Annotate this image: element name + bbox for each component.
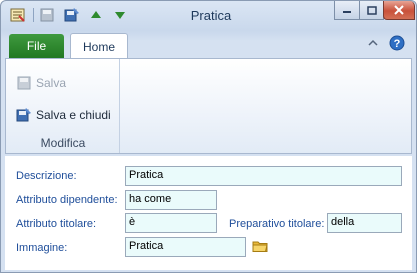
close-button[interactable] (383, 1, 415, 20)
help-icon[interactable]: ? (389, 35, 405, 51)
tab-file[interactable]: File (9, 34, 64, 58)
attributo-dipendente-field[interactable]: ha come (125, 190, 217, 210)
folder-icon[interactable] (251, 238, 269, 254)
attributo-titolare-label: Attributo titolare: (16, 218, 97, 230)
window-title: Pratica (190, 8, 232, 23)
immagine-field[interactable]: Pratica (125, 237, 246, 257)
app-icon[interactable] (9, 7, 27, 23)
descrizione-field[interactable]: Pratica (125, 166, 402, 186)
attributo-titolare-field[interactable]: è (125, 213, 217, 233)
save-and-close-button[interactable]: Salva e chiudi (16, 105, 111, 125)
title-bar: Pratica (1, 1, 416, 31)
minimize-button[interactable] (334, 1, 360, 20)
save-icon[interactable] (39, 7, 55, 23)
save-close-icon (16, 108, 31, 122)
save-button[interactable]: Salva (16, 73, 66, 93)
close-icon (394, 5, 404, 15)
maximize-icon (366, 5, 377, 15)
group-label-modifica: Modifica (40, 136, 86, 150)
save-and-close-button-label: Salva e chiudi (36, 108, 111, 122)
descrizione-label: Descrizione: (16, 170, 77, 182)
svg-text:?: ? (394, 38, 401, 50)
details-form: Descrizione: Pratica Attributo dipendent… (5, 156, 412, 270)
attributo-dipendente-label: Attributo dipendente: (16, 194, 118, 206)
down-arrow-icon[interactable] (113, 7, 127, 23)
minimize-ribbon-icon[interactable] (367, 37, 379, 49)
maximize-button[interactable] (359, 1, 384, 20)
application-window: Pratica File Home ? Salva Salva e chiudi (0, 0, 417, 273)
save-button-label: Salva (36, 76, 67, 90)
ribbon-group-modifica: Salva Salva e chiudi Modifica (6, 59, 120, 153)
preparativo-titolare-label: Preparativo titolare: (229, 218, 325, 230)
immagine-label: Immagine: (16, 242, 68, 254)
tab-home[interactable]: Home (70, 33, 128, 59)
ribbon-panel: Salva Salva e chiudi Modifica (5, 58, 412, 154)
toolbar-separator (33, 8, 34, 22)
minimize-icon (343, 11, 351, 13)
up-arrow-icon[interactable] (89, 7, 103, 23)
save-icon (17, 76, 31, 90)
preparativo-titolare-field[interactable]: della (327, 213, 402, 233)
save-close-icon[interactable] (63, 7, 81, 23)
